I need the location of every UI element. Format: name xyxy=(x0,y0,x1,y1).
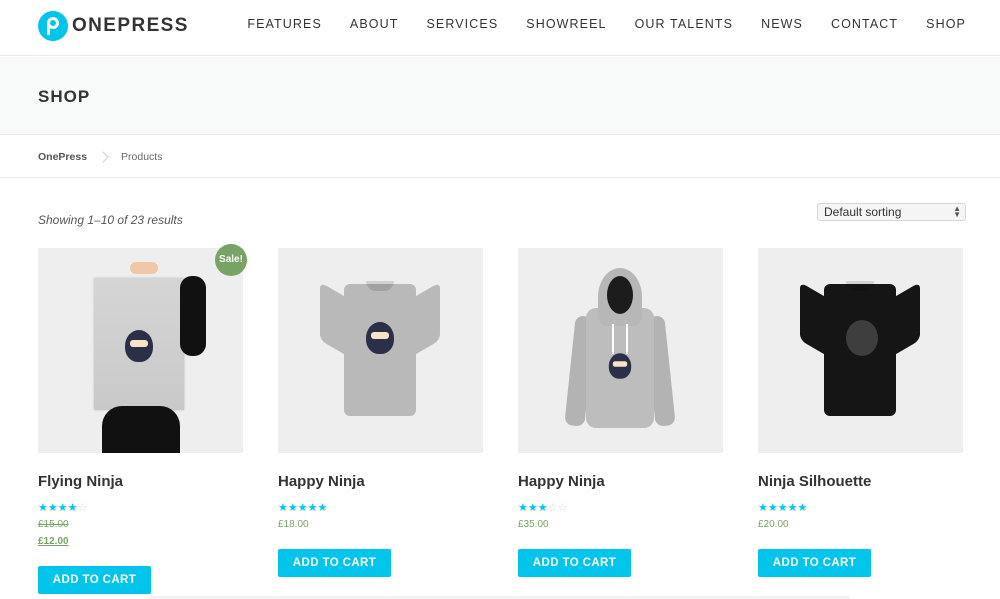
product-card[interactable]: Happy Ninja ★★★☆☆ £35.00 ADD TO CART xyxy=(518,248,723,577)
select-arrows-icon: ▲ ▼ xyxy=(953,204,961,219)
original-price: £15.00 xyxy=(38,519,69,530)
product-image-black-tshirt[interactable] xyxy=(758,248,963,453)
sort-selected-value: Default sorting xyxy=(824,205,902,219)
hoodie-drawstring xyxy=(626,324,628,354)
product-image-grey-tshirt[interactable] xyxy=(278,248,483,453)
product-title[interactable]: Flying Ninja xyxy=(38,473,123,490)
arm-shape xyxy=(180,276,206,356)
site-logo[interactable]: ONEPRESS xyxy=(38,10,189,42)
nav-news[interactable]: NEWS xyxy=(761,17,803,31)
nav-showreel[interactable]: SHOWREEL xyxy=(526,17,606,31)
add-to-cart-button[interactable]: ADD TO CART xyxy=(758,549,871,577)
poster-graphic xyxy=(94,278,184,410)
nav-shop[interactable]: SHOP xyxy=(926,17,966,31)
breadcrumb-bar: OnePress Products xyxy=(0,136,1000,178)
ninja-icon xyxy=(608,353,632,379)
hoodie-drawstring xyxy=(612,324,614,354)
nav-contact[interactable]: CONTACT xyxy=(831,17,898,31)
main-navigation: FEATURES ABOUT SERVICES SHOWREEL OUR TAL… xyxy=(219,17,966,31)
nav-our-talents[interactable]: OUR TALENTS xyxy=(635,17,733,31)
product-price: £18.00 xyxy=(278,519,309,530)
add-to-cart-button[interactable]: ADD TO CART xyxy=(38,566,151,594)
product-title[interactable]: Happy Ninja xyxy=(278,473,365,490)
result-count: Showing 1–10 of 23 results xyxy=(38,213,183,227)
sale-badge: Sale! xyxy=(215,244,247,276)
product-card[interactable]: Flying Ninja ★★★★☆ £15.00 £12.00 ADD TO … xyxy=(38,248,243,594)
product-image-grey-hoodie[interactable] xyxy=(518,248,723,453)
ninja-silhouette-icon xyxy=(846,320,878,356)
sale-price: £12.00 xyxy=(38,536,69,547)
product-price: £20.00 xyxy=(758,519,789,530)
chevron-right-icon xyxy=(97,151,109,163)
logo-text: ONEPRESS xyxy=(72,15,189,36)
nav-services[interactable]: SERVICES xyxy=(426,17,498,31)
nav-features[interactable]: FEATURES xyxy=(247,17,322,31)
page-title-band: SHOP xyxy=(0,57,1000,135)
product-card[interactable]: Ninja Silhouette ★★★★★ £20.00 ADD TO CAR… xyxy=(758,248,963,577)
hoodie-hood xyxy=(598,268,642,326)
product-sort-select[interactable]: Default sorting ▲ ▼ xyxy=(817,203,966,221)
product-image-poster-ninja[interactable] xyxy=(38,248,243,453)
star-rating-icon: ★★★☆☆ xyxy=(518,502,568,514)
breadcrumb-home-link[interactable]: OnePress xyxy=(38,151,87,163)
site-header: ONEPRESS FEATURES ABOUT SERVICES SHOWREE… xyxy=(0,0,1000,56)
ninja-icon xyxy=(125,330,153,362)
product-price: £35.00 xyxy=(518,519,549,530)
star-rating-icon: ★★★★★ xyxy=(278,502,328,514)
tshirt-graphic xyxy=(320,276,440,421)
add-to-cart-button[interactable]: ADD TO CART xyxy=(518,549,631,577)
breadcrumb-current: Products xyxy=(121,151,163,163)
add-to-cart-button[interactable]: ADD TO CART xyxy=(278,549,391,577)
product-title[interactable]: Happy Ninja xyxy=(518,473,605,490)
star-rating-icon: ★★★★☆ xyxy=(38,502,88,514)
person-body-shape xyxy=(102,406,180,453)
breadcrumb: OnePress Products xyxy=(38,151,162,163)
product-title[interactable]: Ninja Silhouette xyxy=(758,473,871,490)
ninja-icon xyxy=(366,322,394,354)
hand-shape xyxy=(130,262,158,274)
nav-about[interactable]: ABOUT xyxy=(350,17,399,31)
star-rating-icon: ★★★★★ xyxy=(758,502,808,514)
page-title: SHOP xyxy=(38,87,91,106)
onepress-logo-icon xyxy=(38,11,68,41)
product-card[interactable]: Happy Ninja ★★★★★ £18.00 ADD TO CART xyxy=(278,248,483,577)
hoodie-graphic xyxy=(564,268,676,436)
